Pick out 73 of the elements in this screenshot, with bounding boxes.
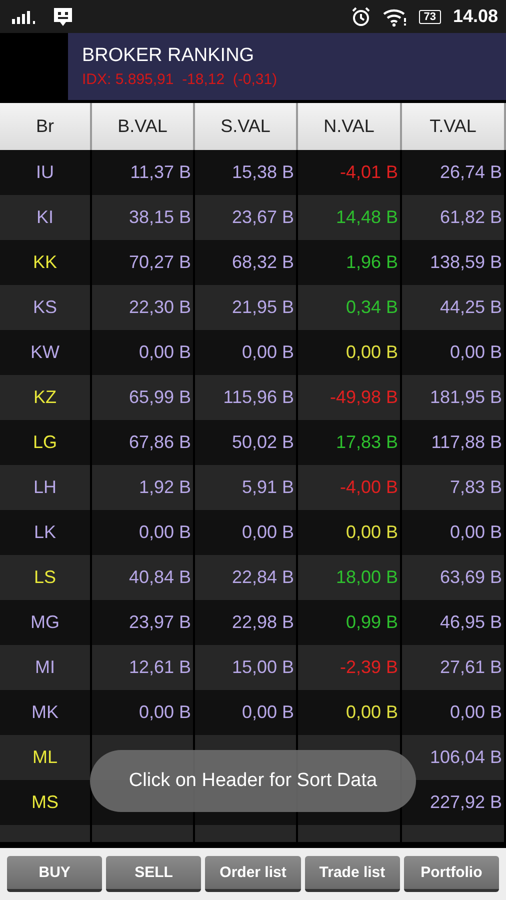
table-cell: 106,04 B (430, 747, 502, 768)
table-cell: -4,01 B (340, 162, 398, 183)
table-cell: 27,61 B (440, 657, 502, 678)
action-button[interactable]: Order list (205, 856, 301, 892)
table-cell: 23,97 B (128, 612, 191, 633)
table-cell: 0,00 B (242, 342, 294, 363)
table-cell: 22,84 B (232, 567, 294, 588)
column-header[interactable]: Br (0, 103, 92, 150)
table-cell: 46,95 B (440, 612, 502, 633)
table-cell: 0,00 B (242, 702, 294, 723)
table-cell: 11,37 B (130, 162, 191, 183)
page-title: BROKER RANKING (82, 45, 256, 67)
table-cell: 117,88 B (431, 432, 502, 453)
table-cell: 227,92 B (430, 792, 502, 813)
action-button[interactable]: Trade list (304, 856, 400, 892)
table-cell: 7,83 B (450, 477, 502, 498)
table-cell: 22,98 B (232, 612, 294, 633)
action-button[interactable]: BUY (7, 856, 102, 892)
table-cell: 138,59 B (430, 252, 502, 273)
table-cell: 0,99 B (346, 612, 398, 633)
signal-icon (12, 10, 38, 24)
table-cell: 63,69 B (440, 567, 502, 588)
table-cell: 21,95 B (232, 297, 294, 318)
column-header[interactable]: N.VAL (298, 103, 402, 150)
table-cell: 22,30 B (128, 297, 191, 318)
table-cell: 0,00 B (138, 342, 191, 363)
table-cell: 26,74 B (440, 162, 502, 183)
table-cell: 61,82 B (440, 207, 502, 228)
table-cell: 17,83 B (336, 432, 398, 453)
alarm-icon (350, 6, 371, 26)
table-cell: 1,92 B (138, 477, 191, 498)
table-cell: 44,25 B (440, 297, 502, 318)
table-cell: 40,84 B (128, 567, 191, 588)
table-cell: 115,96 B (223, 387, 294, 408)
table-cell: 50,02 B (232, 432, 294, 453)
table-cell: -49,98 B (330, 387, 398, 408)
column-header[interactable]: B.VAL (92, 103, 195, 150)
table-cell: 0,00 B (346, 342, 398, 363)
wifi-icon (382, 6, 407, 26)
table-cell: 67,86 B (128, 432, 191, 453)
table-cell: 1,96 B (346, 252, 398, 273)
column-header[interactable]: S.VAL (195, 103, 298, 150)
message-icon (52, 6, 74, 26)
table-cell: 15,38 B (232, 162, 294, 183)
clock-time: 14.08 (452, 6, 498, 27)
table-cell: 0,00 B (450, 522, 502, 543)
table-cell: 18,00 B (336, 567, 398, 588)
table-cell: 0,00 B (346, 522, 398, 543)
table-cell: 0,00 B (346, 702, 398, 723)
toast-message: Click on Header for Sort Data (90, 750, 416, 812)
table-cell: -4,00 B (340, 477, 398, 498)
battery-icon: 73 (418, 10, 441, 24)
table-cell: 181,95 B (430, 387, 502, 408)
column-header[interactable]: T.VAL (402, 103, 506, 150)
table-cell: 70,27 B (128, 252, 191, 273)
table-cell: 68,32 B (232, 252, 294, 273)
table-cell: 38,15 B (128, 207, 191, 228)
table-cell: 12,61 B (128, 657, 191, 678)
index-quote: IDX: 5.895,91 -18,12 (-0,31) (82, 71, 278, 88)
table-cell: -2,39 B (340, 657, 398, 678)
table-cell: 0,00 B (450, 342, 502, 363)
table-cell: 15,00 B (232, 657, 294, 678)
table-cell: 5,91 B (242, 477, 294, 498)
table-cell: 0,00 B (242, 522, 294, 543)
table-cell: 65,99 B (128, 387, 191, 408)
action-button[interactable]: Portfolio (404, 856, 500, 892)
table-cell: 0,00 B (138, 702, 191, 723)
table-cell: 23,67 B (232, 207, 294, 228)
action-button[interactable]: SELL (106, 856, 202, 892)
table-cell: 0,00 B (450, 702, 502, 723)
table-cell: 0,00 B (138, 522, 191, 543)
table-cell: 14,48 B (336, 207, 398, 228)
table-cell: 0,34 B (346, 297, 398, 318)
